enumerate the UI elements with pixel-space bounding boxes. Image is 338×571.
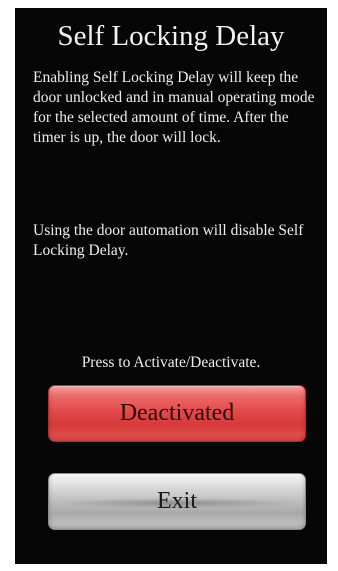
exit-button-label: Exit — [157, 488, 197, 514]
self-locking-delay-screen: Self Locking Delay Enabling Self Locking… — [15, 8, 327, 564]
exit-button[interactable]: Exit — [48, 473, 306, 530]
toggle-delay-button[interactable]: Deactivated — [48, 385, 306, 442]
page-title: Self Locking Delay — [57, 20, 285, 52]
automation-note-text: Using the door automation will disable S… — [33, 222, 304, 259]
description-text: Enabling Self Locking Delay will keep th… — [33, 69, 315, 146]
toggle-delay-button-label: Deactivated — [119, 400, 235, 426]
activate-prompt: Press to Activate/Deactivate. — [81, 354, 261, 371]
